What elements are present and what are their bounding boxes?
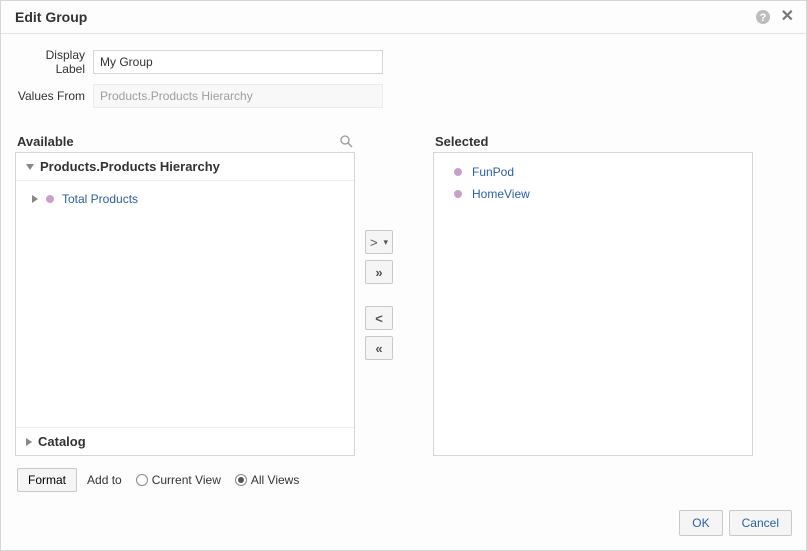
hierarchy-title: Products.Products Hierarchy: [40, 159, 220, 174]
edit-group-dialog: Edit Group ? ✕ Display Label Values From…: [0, 0, 807, 551]
dialog-footer: OK Cancel: [1, 500, 806, 550]
selected-item-homeview[interactable]: HomeView: [454, 183, 744, 205]
selected-box: FunPod HomeView: [433, 152, 753, 456]
tree-row-total-products[interactable]: Total Products: [32, 189, 346, 209]
header-icons: ? ✕: [755, 9, 794, 25]
tree-body: Total Products: [16, 181, 354, 427]
svg-text:?: ?: [759, 12, 766, 24]
close-icon[interactable]: ✕: [781, 9, 794, 25]
move-right-button[interactable]: >▾: [365, 230, 393, 254]
bullet-icon: [46, 195, 54, 203]
values-from-row: Values From: [15, 84, 792, 108]
display-label-input[interactable]: [93, 50, 383, 74]
move-all-right-button[interactable]: »: [365, 260, 393, 284]
dialog-title: Edit Group: [15, 9, 87, 25]
bullet-icon: [454, 190, 462, 198]
help-icon[interactable]: ?: [755, 9, 771, 25]
selected-item-label[interactable]: HomeView: [472, 187, 530, 201]
dialog-header: Edit Group ? ✕: [1, 1, 806, 34]
available-title: Available: [17, 134, 74, 149]
catalog-title: Catalog: [38, 434, 86, 449]
hierarchy-header[interactable]: Products.Products Hierarchy: [16, 153, 354, 181]
bottom-bar: Format Add to Current View All Views: [15, 468, 792, 492]
move-left-button[interactable]: <: [365, 306, 393, 330]
chevron-right-icon[interactable]: [32, 195, 38, 203]
chevron-right-icon: [26, 438, 32, 446]
values-from-input: [93, 84, 383, 108]
cancel-button[interactable]: Cancel: [729, 510, 792, 536]
search-icon[interactable]: [337, 132, 355, 150]
radio-icon[interactable]: [136, 474, 148, 486]
format-button[interactable]: Format: [17, 468, 77, 492]
selected-item-funpod[interactable]: FunPod: [454, 161, 744, 183]
available-column: Available Products.Products Hierarchy: [15, 130, 355, 456]
radio-all-views[interactable]: All Views: [235, 473, 299, 487]
radio-label: All Views: [251, 473, 299, 487]
chevron-down-icon: [26, 164, 34, 170]
bullet-icon: [454, 168, 462, 176]
radio-label: Current View: [152, 473, 221, 487]
radio-icon[interactable]: [235, 474, 247, 486]
radio-current-view[interactable]: Current View: [136, 473, 221, 487]
selected-item-label[interactable]: FunPod: [472, 165, 514, 179]
ok-button[interactable]: OK: [679, 510, 722, 536]
addto-label: Add to: [87, 473, 122, 487]
move-all-left-button[interactable]: «: [365, 336, 393, 360]
display-label-row: Display Label: [15, 48, 792, 76]
catalog-header[interactable]: Catalog: [16, 427, 354, 455]
tree-item-label[interactable]: Total Products: [62, 192, 138, 206]
values-from-label: Values From: [15, 89, 93, 103]
selected-column: Selected FunPod HomeView: [433, 130, 753, 456]
transfer-buttons: >▾ » < «: [365, 230, 393, 360]
shuttle-region: Available Products.Products Hierarchy: [15, 130, 792, 456]
display-label-label: Display Label: [15, 48, 93, 76]
dialog-body: Display Label Values From Available: [1, 34, 806, 500]
available-box: Products.Products Hierarchy Total Produc…: [15, 152, 355, 456]
selected-title: Selected: [435, 134, 488, 149]
